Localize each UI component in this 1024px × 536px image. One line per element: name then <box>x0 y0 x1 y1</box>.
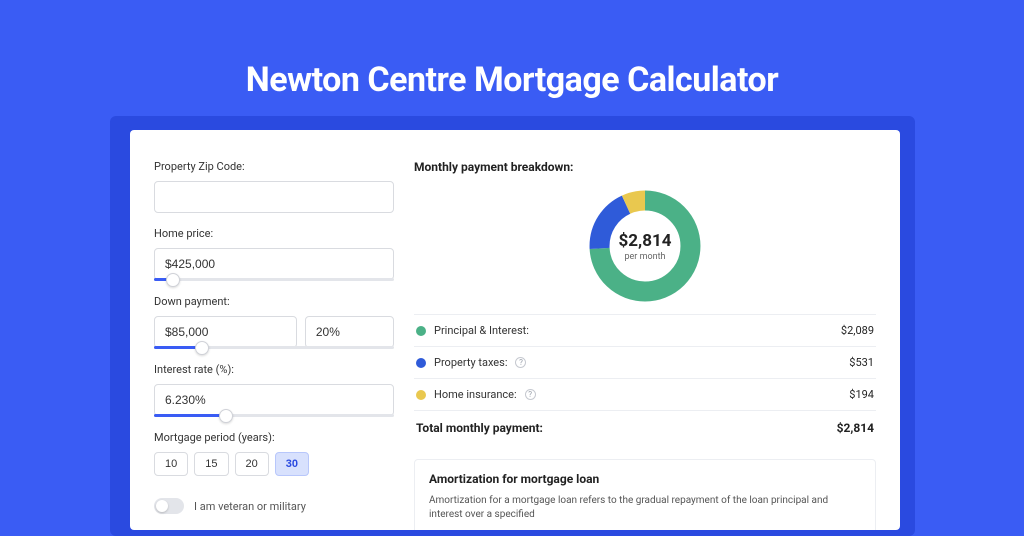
breakdown-label: Principal & Interest: <box>434 324 529 337</box>
amortization-text: Amortization for a mortgage loan refers … <box>429 494 861 522</box>
amortization-title: Amortization for mortgage loan <box>429 472 861 486</box>
dot-icon <box>416 358 426 368</box>
payment-donut-chart: $2,814 per month <box>585 186 705 306</box>
down-slider[interactable] <box>154 346 394 349</box>
period-option-20[interactable]: 20 <box>235 452 269 476</box>
breakdown-value: $194 <box>849 388 874 401</box>
price-label: Home price: <box>154 227 394 240</box>
period-label: Mortgage period (years): <box>154 431 394 444</box>
down-slider-thumb[interactable] <box>195 341 209 355</box>
breakdown-row-principal: Principal & Interest: $2,089 <box>414 314 876 346</box>
dot-icon <box>416 326 426 336</box>
dot-icon <box>416 390 426 400</box>
rate-label: Interest rate (%): <box>154 363 394 376</box>
down-label: Down payment: <box>154 295 394 308</box>
inputs-column: Property Zip Code: Home price: Down paym… <box>154 154 394 530</box>
breakdown-row-insurance: Home insurance: ? $194 <box>414 378 876 410</box>
total-value: $2,814 <box>837 421 874 435</box>
breakdown-label: Property taxes: <box>434 356 507 369</box>
breakdown-value: $531 <box>849 356 874 369</box>
page-title: Newton Centre Mortgage Calculator <box>0 0 1024 100</box>
donut-amount: $2,814 <box>619 231 672 251</box>
rate-slider[interactable] <box>154 414 394 417</box>
breakdown-column: Monthly payment breakdown: $2,814 per mo… <box>394 154 876 530</box>
info-icon[interactable]: ? <box>525 389 536 400</box>
price-slider[interactable] <box>154 278 394 281</box>
amortization-section: Amortization for mortgage loan Amortizat… <box>414 459 876 530</box>
rate-input[interactable] <box>154 384 394 416</box>
down-percent-input[interactable] <box>305 316 394 348</box>
breakdown-heading: Monthly payment breakdown: <box>414 160 876 174</box>
period-option-30[interactable]: 30 <box>275 452 309 476</box>
period-option-10[interactable]: 10 <box>154 452 188 476</box>
total-label: Total monthly payment: <box>416 421 543 435</box>
zip-input[interactable] <box>154 181 394 213</box>
breakdown-row-taxes: Property taxes: ? $531 <box>414 346 876 378</box>
breakdown-value: $2,089 <box>841 324 874 337</box>
price-slider-thumb[interactable] <box>166 273 180 287</box>
period-option-15[interactable]: 15 <box>194 452 228 476</box>
breakdown-total-row: Total monthly payment: $2,814 <box>414 410 876 445</box>
info-icon[interactable]: ? <box>515 357 526 368</box>
zip-label: Property Zip Code: <box>154 160 394 173</box>
breakdown-label: Home insurance: <box>434 388 517 401</box>
rate-slider-thumb[interactable] <box>219 409 233 423</box>
down-amount-input[interactable] <box>154 316 297 348</box>
price-input[interactable] <box>154 248 394 280</box>
veteran-label: I am veteran or military <box>194 500 306 513</box>
period-options: 10 15 20 30 <box>154 452 394 476</box>
donut-sub: per month <box>624 252 665 262</box>
calculator-panel: Property Zip Code: Home price: Down paym… <box>130 130 900 530</box>
